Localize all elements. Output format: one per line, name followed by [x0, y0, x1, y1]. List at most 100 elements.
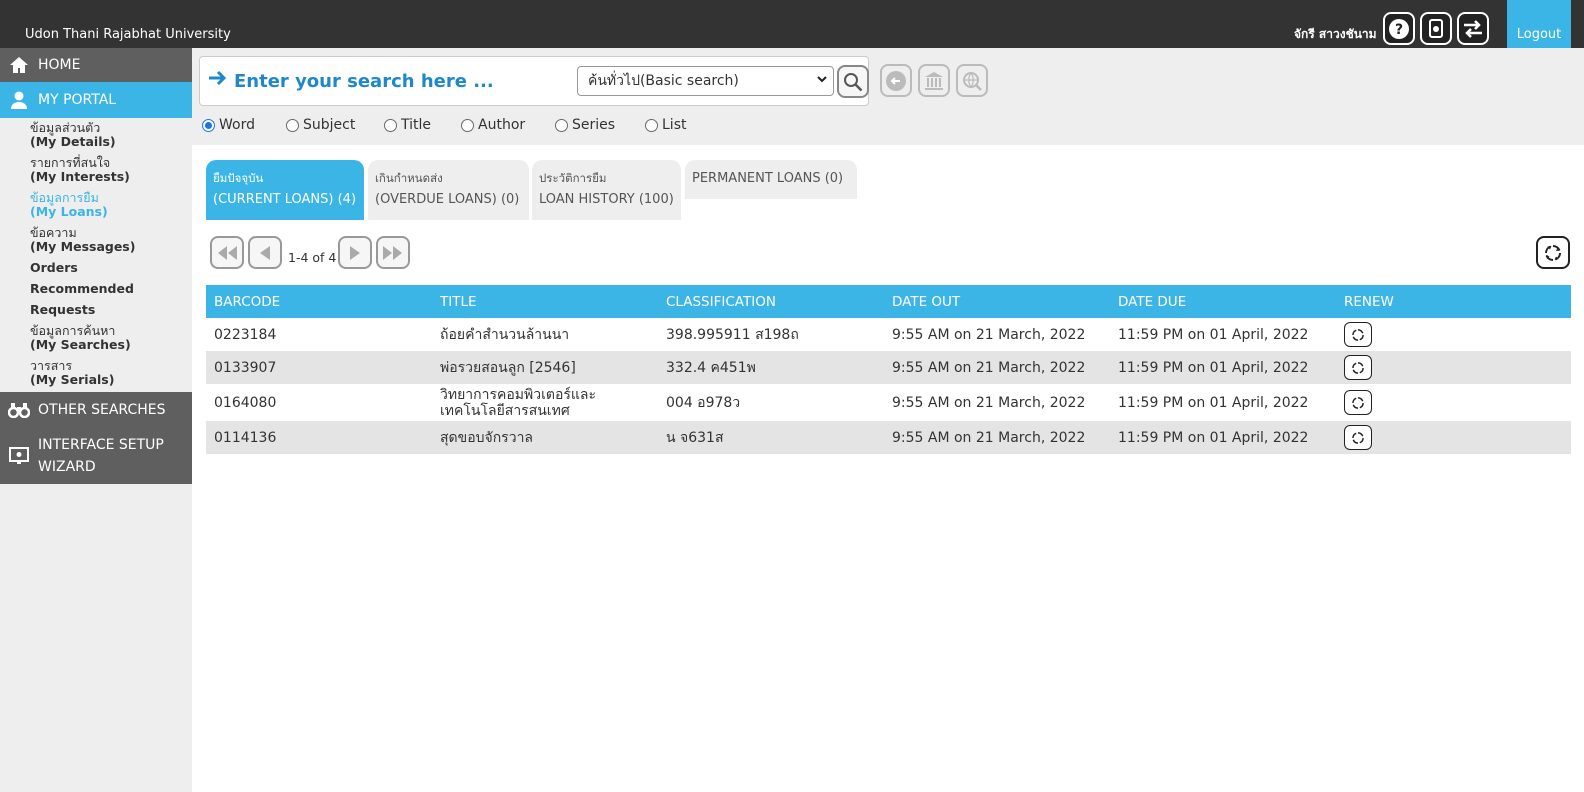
radio-list[interactable]: List — [645, 117, 705, 133]
table-row: 0223184 ถ้อยคำสำนวนล้านนา 398.995911 ส19… — [206, 318, 1571, 351]
title-link[interactable]: วิทยาการคอมพิวเตอร์และเทคโนโลยีสารสนเทศ — [432, 384, 658, 421]
date-out-cell: 9:55 AM on 21 March, 2022 — [884, 421, 1110, 454]
sidebar-item-my-portal[interactable]: MY PORTAL — [0, 82, 192, 118]
settings-icon — [1429, 18, 1443, 38]
date-out-cell: 9:55 AM on 21 March, 2022 — [884, 384, 1110, 421]
loans-table: BARCODE TITLE CLASSIFICATION DATE OUT DA… — [206, 285, 1571, 454]
search-type-radios: Word Subject Title Author Series List — [202, 117, 705, 133]
logout-button[interactable]: Logout — [1507, 0, 1571, 48]
sidebar-item-recommended[interactable]: Recommended — [30, 282, 190, 296]
svg-text:?: ? — [1395, 22, 1403, 38]
sidebar-item-requests[interactable]: Requests — [30, 303, 190, 317]
date-out-cell: 9:55 AM on 21 March, 2022 — [884, 318, 1110, 351]
renew-cell — [1336, 351, 1571, 384]
col-barcode[interactable]: BARCODE — [206, 285, 432, 318]
last-page-icon — [383, 245, 402, 260]
date-due-cell: 11:59 PM on 01 April, 2022 — [1110, 318, 1336, 351]
switch-button[interactable] — [1457, 12, 1489, 45]
col-date-out[interactable]: DATE OUT — [884, 285, 1110, 318]
back-button[interactable] — [880, 64, 912, 97]
barcode-cell: 0164080 — [206, 384, 432, 421]
renew-button[interactable] — [1344, 355, 1372, 380]
settings-button[interactable] — [1420, 12, 1452, 45]
tab-permanent-loans[interactable]: PERMANENT LOANS (0) — [685, 160, 857, 199]
user-name[interactable]: จักรี สาวงชันาม — [1294, 25, 1377, 44]
renew-cell — [1336, 318, 1571, 351]
tab-current-loans[interactable]: ยืมปัจจุบัน (CURRENT LOANS) (4) — [206, 160, 364, 220]
radio-title[interactable]: Title — [384, 117, 461, 133]
sidebar-item-my-details[interactable]: ข้อมูลส่วนตัว (My Details) — [30, 121, 190, 149]
back-icon — [886, 70, 906, 91]
sidebar-item-home[interactable]: HOME — [0, 48, 192, 82]
chevron-down-icon — [817, 75, 827, 86]
portal-sub-menu: ข้อมูลส่วนตัว (My Details) รายการที่สนใจ(… — [30, 121, 190, 394]
search-icon — [844, 72, 863, 91]
sidebar-item-other-searches[interactable]: OTHER SEARCHES — [0, 392, 192, 428]
pager-status: 1-4 of 4 — [288, 250, 337, 265]
sidebar-item-my-serials[interactable]: วารสาร (My Serials) — [30, 359, 190, 387]
home-icon — [0, 56, 38, 74]
top-bar: Udon Thani Rajabhat University จักรี สาว… — [0, 0, 1584, 48]
university-name: Udon Thani Rajabhat University — [25, 27, 231, 42]
title-link[interactable]: ถ้อยคำสำนวนล้านนา — [432, 318, 658, 351]
monitor-settings-icon — [0, 446, 38, 466]
col-classification[interactable]: CLASSIFICATION — [658, 285, 884, 318]
next-page-button[interactable] — [338, 236, 372, 269]
binoculars-icon — [0, 402, 38, 418]
classification-cell: 332.4 ค451พ — [658, 351, 884, 384]
barcode-cell: 0223184 — [206, 318, 432, 351]
radio-series[interactable]: Series — [555, 117, 645, 133]
sidebar-item-my-loans[interactable]: ข้อมูลการยืม (My Loans) — [30, 191, 190, 219]
web-search-button[interactable] — [956, 64, 988, 97]
search-input[interactable] — [234, 67, 564, 95]
tab-loan-history[interactable]: ประวัติการยืม LOAN HISTORY (100) — [532, 160, 681, 220]
title-link[interactable]: พ่อรวยสอนลูก [2546] — [432, 351, 658, 384]
search-mode-select[interactable]: ค้นทั่วไป(Basic search) — [577, 66, 834, 96]
search-button[interactable] — [837, 65, 869, 98]
renew-cell — [1336, 421, 1571, 454]
title-link[interactable]: สุดขอบจักรวาล — [432, 421, 658, 454]
renew-cell — [1336, 384, 1571, 421]
date-out-cell: 9:55 AM on 21 March, 2022 — [884, 351, 1110, 384]
help-icon: ? — [1389, 18, 1409, 39]
classification-cell: 004 อ978ว — [658, 384, 884, 421]
renew-button[interactable] — [1344, 322, 1372, 347]
globe-search-icon — [963, 71, 982, 91]
renew-button[interactable] — [1344, 425, 1372, 450]
date-due-cell: 11:59 PM on 01 April, 2022 — [1110, 421, 1336, 454]
last-page-button[interactable] — [376, 236, 410, 269]
renew-button[interactable] — [1344, 390, 1372, 415]
renew-icon — [1352, 328, 1364, 341]
arrow-right-icon — [208, 70, 228, 91]
table-header-row: BARCODE TITLE CLASSIFICATION DATE OUT DA… — [206, 285, 1571, 318]
user-icon — [0, 90, 38, 110]
barcode-cell: 0133907 — [206, 351, 432, 384]
col-date-due[interactable]: DATE DUE — [1110, 285, 1336, 318]
first-page-button[interactable] — [210, 236, 244, 269]
search-box: ค้นทั่วไป(Basic search) — [199, 56, 869, 106]
classification-cell: 398.995911 ส198ถ — [658, 318, 884, 351]
first-page-icon — [218, 245, 237, 260]
prev-page-button[interactable] — [248, 236, 282, 269]
sidebar-item-my-searches[interactable]: ข้อมูลการค้นหา (My Searches) — [30, 324, 190, 352]
renew-icon — [1352, 431, 1364, 444]
sidebar-item-my-interests[interactable]: รายการที่สนใจ (My Interests) — [30, 156, 190, 184]
next-page-icon — [350, 245, 360, 260]
radio-author[interactable]: Author — [461, 117, 555, 133]
help-button[interactable]: ? — [1383, 12, 1415, 45]
tab-overdue-loans[interactable]: เกินกำหนดส่ง (OVERDUE LOANS) (0) — [368, 160, 529, 220]
date-due-cell: 11:59 PM on 01 April, 2022 — [1110, 384, 1336, 421]
renew-icon — [1352, 396, 1364, 409]
renew-all-button[interactable] — [1536, 236, 1570, 269]
prev-page-icon — [260, 245, 270, 260]
date-due-cell: 11:59 PM on 01 April, 2022 — [1110, 351, 1336, 384]
radio-subject[interactable]: Subject — [286, 117, 384, 133]
col-title[interactable]: TITLE — [432, 285, 658, 318]
library-button[interactable] — [918, 64, 950, 97]
library-icon — [925, 71, 943, 90]
sidebar-item-interface-setup-wizard[interactable]: INTERFACE SETUP WIZARD — [0, 428, 192, 484]
sidebar: HOME MY PORTAL ข้อมูลส่วนตัว (My Details)… — [0, 48, 192, 792]
radio-word[interactable]: Word — [202, 117, 286, 133]
sidebar-item-orders[interactable]: Orders — [30, 261, 190, 275]
sidebar-item-my-messages[interactable]: ข้อความ (My Messages) — [30, 226, 190, 254]
